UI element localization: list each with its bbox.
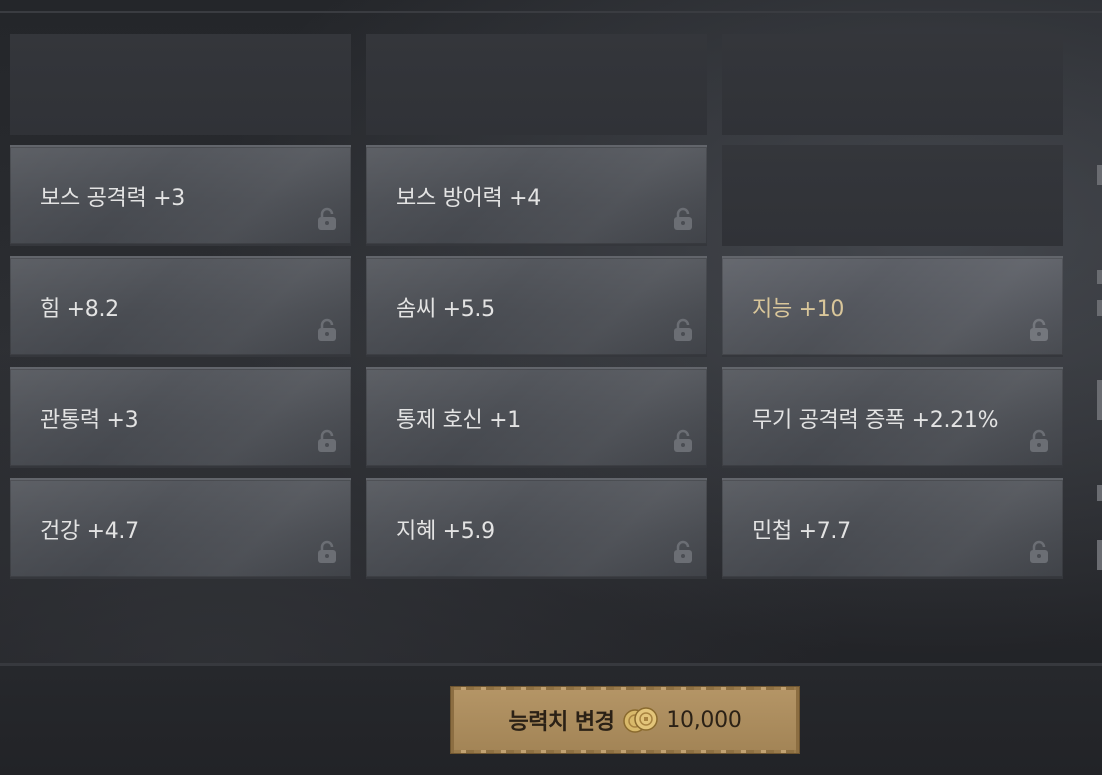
stat-slot-health[interactable]: 건강 +4.7 [10,478,351,579]
cropped-text-fragment [1097,270,1102,284]
cropped-text-fragment [1097,380,1102,420]
unlock-icon[interactable] [672,318,694,342]
unlock-icon[interactable] [672,207,694,231]
stat-label: 무기 공격력 증폭 +2.21% [752,407,999,433]
gold-coin-icon [623,707,659,733]
cropped-text-fragment [1097,165,1102,185]
unlock-icon[interactable] [316,318,338,342]
cropped-text-fragment [1097,540,1102,570]
empty-slot [722,145,1063,246]
stat-slot-boss-attack[interactable]: 보스 공격력 +3 [10,145,351,246]
unlock-icon[interactable] [316,207,338,231]
stat-slot-control-guard[interactable]: 통제 호신 +1 [366,367,707,468]
empty-slot [366,34,707,135]
stat-slot-dexterity[interactable]: 솜씨 +5.5 [366,256,707,357]
stat-label: 건강 +4.7 [40,518,139,544]
stat-slot-strength[interactable]: 힘 +8.2 [10,256,351,357]
unlock-icon[interactable] [1028,429,1050,453]
unlock-icon[interactable] [316,429,338,453]
stat-label: 보스 공격력 +3 [40,185,185,211]
stat-label: 통제 호신 +1 [396,407,521,433]
stat-slot-penetration[interactable]: 관통력 +3 [10,367,351,468]
stat-slot-weapon-amplify[interactable]: 무기 공격력 증폭 +2.21% [722,367,1063,468]
stat-label: 민첩 +7.7 [752,518,851,544]
cropped-text-fragment [1097,300,1102,316]
stat-label: 지능 +10 [752,296,845,322]
change-stats-label: 능력치 변경 [508,710,615,735]
unlock-icon[interactable] [316,540,338,564]
stat-label: 지혜 +5.9 [396,518,495,544]
stat-slot-boss-defense[interactable]: 보스 방어력 +4 [366,145,707,246]
stat-grid: 보스 공격력 +3 보스 방어력 +4 힘 +8.2 솜씨 +5.5 지능 +1… [0,0,1102,660]
unlock-icon[interactable] [1028,318,1050,342]
unlock-icon[interactable] [672,540,694,564]
stat-label: 힘 +8.2 [40,296,119,322]
unlock-icon[interactable] [1028,540,1050,564]
stat-label: 보스 방어력 +4 [396,185,541,211]
change-stats-cost: 10,000 [666,707,742,733]
stat-slot-agility[interactable]: 민첩 +7.7 [722,478,1063,579]
cropped-text-fragment [1097,485,1102,501]
stat-label: 솜씨 +5.5 [396,296,495,322]
change-stats-button[interactable]: 능력치 변경 10,000 [451,687,799,753]
stat-slot-wisdom[interactable]: 지혜 +5.9 [366,478,707,579]
empty-slot [10,34,351,135]
empty-slot [722,34,1063,135]
unlock-icon[interactable] [672,429,694,453]
stat-slot-intelligence[interactable]: 지능 +10 [722,256,1063,357]
stat-label: 관통력 +3 [40,407,139,433]
